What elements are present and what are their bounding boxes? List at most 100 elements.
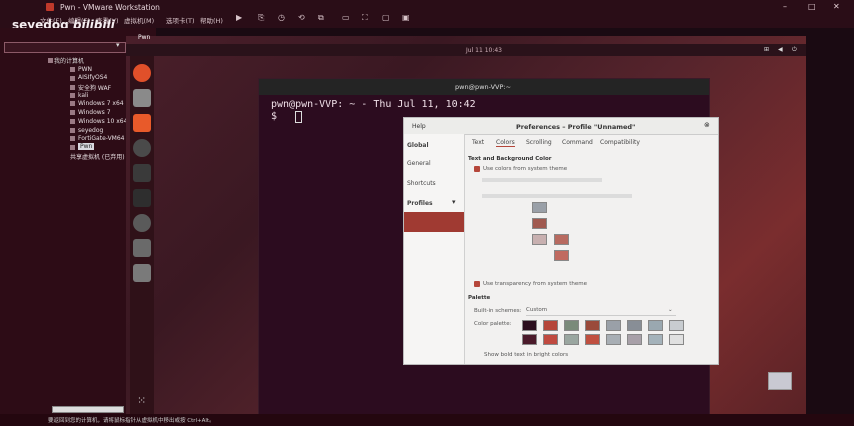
builtin-schemes-value: Custom (526, 307, 548, 313)
menu-vm[interactable]: 虚拟机(M) (124, 15, 154, 25)
bold-bright-label: Show bold text in bright colors (484, 352, 569, 358)
library-search-input[interactable] (4, 42, 126, 53)
vm-icon (70, 145, 75, 150)
guest-dock (130, 56, 154, 414)
palette-swatch[interactable] (522, 334, 537, 345)
terminal-title: pwn@pwn-VVP:~ (455, 83, 512, 91)
palette-swatch[interactable] (564, 334, 579, 345)
add-profile-icon[interactable]: ▾ (452, 198, 456, 206)
menu-tabs[interactable]: 选项卡(T) (166, 15, 195, 25)
tab-command[interactable]: Command (562, 139, 593, 146)
fullscreen-icon[interactable]: ⛶ (362, 13, 372, 23)
tab-scrolling[interactable]: Scrolling (526, 139, 552, 146)
tree-item-shared-vms[interactable]: 共享虚拟机 (已弃用) (70, 152, 125, 161)
use-transparency-checkbox[interactable] (474, 281, 480, 287)
palette-swatch[interactable] (627, 334, 642, 345)
close-dialog-icon[interactable]: ⊗ (704, 121, 710, 129)
palette-swatch[interactable] (606, 320, 621, 331)
palette-swatch[interactable] (585, 334, 600, 345)
unity-icon[interactable]: ▢ (382, 13, 392, 23)
minimize-icon[interactable]: – (783, 2, 787, 11)
sidebar-item-general[interactable]: General (407, 160, 431, 167)
builtin-schemes-select[interactable]: Custom ⌄ (526, 306, 676, 316)
palette-swatch[interactable] (522, 320, 537, 331)
menubar: 文件(F) 编辑(E) 查看(V) 虚拟机(M) 选项卡(T) 帮助(H) ▶ … (0, 12, 854, 28)
disc-icon[interactable] (133, 214, 151, 232)
highlight-color-swatch[interactable] (554, 250, 569, 261)
profiles-header: Profiles (407, 200, 433, 207)
tree-item-fortigate[interactable]: FortiGate-VM64 (78, 135, 125, 142)
help-icon[interactable] (133, 139, 151, 157)
status-message: 要返回到您的计算机，请将鼠标指针从虚拟机中移出或按 Ctrl+Alt。 (48, 418, 215, 424)
palette-swatch[interactable] (669, 320, 684, 331)
text-bg-section-title: Text and Background Color (468, 156, 552, 162)
preferences-header: Help Preferences – Profile "Unnamed" ⊗ (404, 118, 718, 135)
console-icon[interactable]: ▣ (402, 13, 412, 23)
help-button[interactable]: Help (412, 123, 426, 130)
play-icon[interactable]: ▶ (236, 13, 246, 23)
maximize-icon[interactable]: □ (808, 2, 816, 11)
global-header: Global (407, 142, 429, 149)
files-icon[interactable] (133, 89, 151, 107)
view-icon[interactable]: ▭ (342, 13, 352, 23)
terminal-icon[interactable] (133, 164, 151, 182)
tree-item-win7[interactable]: Windows 7 (78, 109, 111, 116)
tab-colors[interactable]: Colors (496, 139, 515, 147)
tab-compatibility[interactable]: Compatibility (600, 139, 640, 146)
firefox-icon[interactable] (133, 64, 151, 82)
power-icon[interactable]: ⏻ (792, 46, 797, 54)
palette-swatch[interactable] (648, 320, 663, 331)
use-system-colors-checkbox[interactable] (474, 166, 480, 172)
snapshot-icon[interactable]: ◷ (278, 13, 288, 23)
tree-item-pwn[interactable]: PWN (78, 66, 92, 73)
close-icon[interactable]: ✕ (833, 2, 840, 11)
send-key-icon[interactable]: ⎘ (258, 13, 268, 23)
palette-swatch[interactable] (648, 334, 663, 345)
volume-icon[interactable]: ◀ (778, 46, 783, 53)
text-color-swatch[interactable] (532, 202, 547, 213)
tree-item-win7x64[interactable]: Windows 7 x64 (78, 100, 124, 107)
tree-item-seyedog[interactable]: seyedog (78, 127, 103, 134)
network-icon[interactable]: ⊞ (764, 46, 769, 53)
text-editor-icon[interactable] (133, 189, 151, 207)
palette-swatch[interactable] (606, 334, 621, 345)
vm-tab[interactable]: Pwn (138, 34, 158, 42)
vmware-logo-icon (46, 3, 54, 11)
palette-swatch[interactable] (669, 334, 684, 345)
tree-item-waf[interactable]: 安全狗 WAF (78, 83, 111, 92)
archive-icon[interactable] (133, 264, 151, 282)
palette-swatch[interactable] (564, 320, 579, 331)
preferences-sidebar: Global General Shortcuts Profiles ▾ (404, 134, 465, 364)
menu-help[interactable]: 帮助(H) (200, 15, 223, 25)
statusbar: 要返回到您的计算机，请将鼠标指针从虚拟机中移出或按 Ctrl+Alt。 (0, 414, 854, 426)
tree-item-kali[interactable]: kali (78, 92, 88, 99)
software-icon[interactable] (133, 114, 151, 132)
sidebar-item-profile-unnamed[interactable] (404, 212, 464, 232)
vm-icon (70, 67, 75, 72)
palette-swatch[interactable] (543, 334, 558, 345)
terminal-titlebar: pwn@pwn-VVP:~ (259, 79, 709, 95)
tree-root-my-computer[interactable]: 我的计算机 (54, 56, 84, 65)
palette-swatch[interactable] (627, 320, 642, 331)
revert-icon[interactable]: ⟲ (298, 13, 308, 23)
palette-swatch[interactable] (585, 320, 600, 331)
palette-swatch[interactable] (543, 320, 558, 331)
builtin-schemes-label: Built-in schemes: (474, 308, 522, 314)
cursor-color-swatch[interactable] (554, 234, 569, 245)
tree-item-win10x64[interactable]: Windows 10 x64 (78, 118, 127, 125)
sidebar-item-shortcuts[interactable]: Shortcuts (407, 180, 436, 187)
chevron-down-icon[interactable]: ▾ (116, 41, 120, 49)
manage-snapshots-icon[interactable]: ⧉ (318, 13, 328, 23)
desktop-home-icon[interactable] (768, 372, 792, 390)
show-apps-icon[interactable]: ⁙ (137, 394, 146, 407)
tree-item-aisifyos4[interactable]: AISIfyOS4 (78, 74, 107, 81)
guest-clock[interactable]: Jul 11 10:43 (466, 47, 502, 54)
window-title: Pwn - VMware Workstation (60, 3, 160, 12)
vm-icon (70, 101, 75, 106)
document-icon[interactable] (133, 239, 151, 257)
tree-item-pwn-selected[interactable]: Pwn (78, 143, 95, 150)
terminal-input-line[interactable]: $ (271, 111, 277, 122)
tab-text[interactable]: Text (472, 139, 484, 146)
bold-color-swatch[interactable] (532, 234, 547, 245)
bg-color-swatch[interactable] (532, 218, 547, 229)
